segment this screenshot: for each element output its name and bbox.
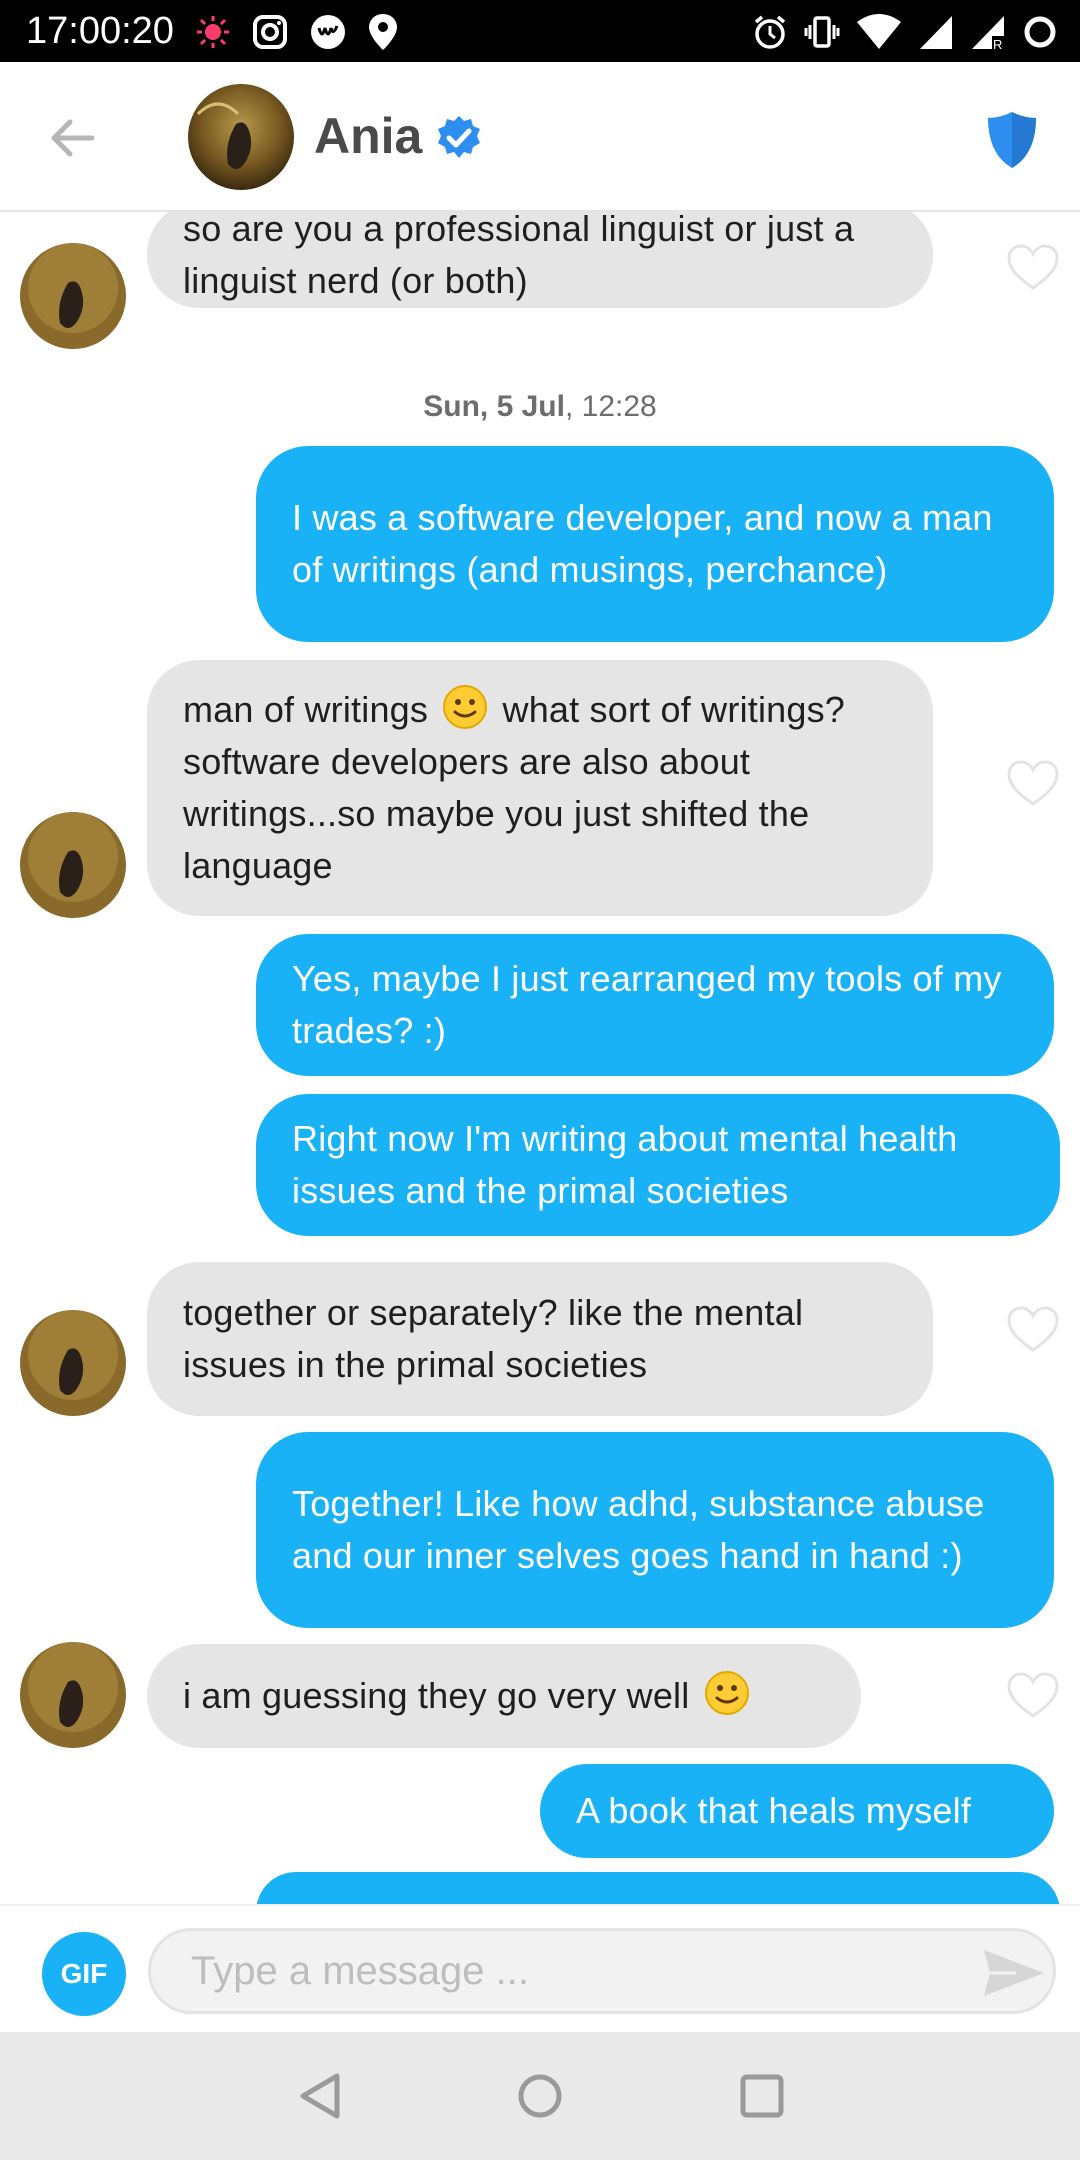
- status-left-icons: [196, 12, 398, 52]
- incoming-message[interactable]: man of writings what sort of writings? s…: [147, 660, 933, 916]
- date-separator: Sun, 5 Jul, 12:28: [0, 390, 1080, 424]
- message-input[interactable]: [148, 1928, 1056, 2014]
- chat-header: Ania: [0, 62, 1080, 212]
- alarm-icon: [752, 14, 788, 50]
- outgoing-message[interactable]: Together! Like how adhd, substance abuse…: [256, 1432, 1054, 1628]
- nav-recents-button[interactable]: [736, 2070, 788, 2122]
- signal-icon: [918, 14, 954, 50]
- message-text-part: i am guessing they go very well: [183, 1675, 690, 1716]
- slight-smile-emoji-icon: [443, 685, 488, 729]
- sender-avatar[interactable]: [20, 243, 126, 349]
- safety-shield-icon[interactable]: [986, 110, 1038, 170]
- system-nav-bar: [0, 2032, 1080, 2160]
- message-text: together or separately? like the mental …: [183, 1292, 804, 1385]
- send-icon[interactable]: [982, 1946, 1046, 2000]
- message-list[interactable]: so are you a professional linguist or ju…: [0, 210, 1080, 1904]
- message-text: I was a software developer, and now a ma…: [292, 497, 993, 590]
- sender-avatar[interactable]: [20, 1642, 126, 1748]
- avatar-photo: [20, 1642, 126, 1748]
- message-text: Together! Like how adhd, substance abuse…: [292, 1483, 985, 1576]
- status-time: 17:00:20: [26, 10, 174, 52]
- outgoing-message[interactable]: A book that heals myself: [540, 1764, 1054, 1858]
- incoming-message[interactable]: so are you a professional linguist or ju…: [147, 210, 933, 308]
- notification-dot-icon: [196, 15, 230, 49]
- verified-badge-icon: [438, 116, 480, 158]
- stamp-day: Sun, 5 Jul: [423, 390, 565, 423]
- square-recents-icon: [740, 2074, 784, 2118]
- vibrate-icon: [804, 14, 840, 50]
- sender-avatar[interactable]: [20, 812, 126, 918]
- location-icon: [368, 13, 398, 51]
- outgoing-message-partial[interactable]: [256, 1872, 1060, 1904]
- status-right-icons: R: [752, 12, 1058, 52]
- message-text: i am guessing they go very well: [183, 1670, 754, 1722]
- slight-smile-emoji-icon: [704, 1671, 749, 1715]
- back-arrow-icon: [51, 119, 95, 157]
- message-text: man of writings what sort of writings? s…: [183, 684, 897, 892]
- avatar-photo: [188, 84, 294, 190]
- outgoing-message[interactable]: Right now I'm writing about mental healt…: [256, 1094, 1060, 1236]
- message-text: A book that heals myself: [576, 1790, 972, 1831]
- svg-text:R: R: [993, 37, 1002, 50]
- like-heart-icon[interactable]: [1007, 1672, 1059, 1720]
- like-heart-icon[interactable]: [1007, 244, 1059, 292]
- outgoing-message[interactable]: Yes, maybe I just rearranged my tools of…: [256, 934, 1054, 1076]
- status-bar: 17:00:20 R: [0, 0, 1080, 62]
- triangle-back-icon: [300, 2073, 340, 2119]
- back-button[interactable]: [44, 110, 100, 166]
- message-composer: GIF: [0, 1904, 1080, 2034]
- match-avatar[interactable]: [188, 84, 294, 190]
- incoming-message[interactable]: i am guessing they go very well: [147, 1644, 861, 1748]
- message-text: Right now I'm writing about mental healt…: [292, 1118, 958, 1211]
- gif-button[interactable]: GIF: [42, 1932, 126, 2016]
- stamp-time: , 12:28: [564, 390, 657, 423]
- message-text: so are you a professional linguist or ju…: [183, 210, 855, 301]
- like-heart-icon[interactable]: [1007, 760, 1059, 808]
- avatar-photo: [20, 812, 126, 918]
- avatar-photo: [20, 243, 126, 349]
- match-name[interactable]: Ania: [314, 104, 422, 168]
- nav-back-button[interactable]: [294, 2070, 346, 2122]
- battery-ring-icon: [1022, 14, 1058, 50]
- nav-home-button[interactable]: [514, 2070, 566, 2122]
- outgoing-message[interactable]: I was a software developer, and now a ma…: [256, 446, 1054, 642]
- circle-home-icon: [518, 2074, 562, 2118]
- like-heart-icon[interactable]: [1007, 1306, 1059, 1354]
- incoming-message[interactable]: together or separately? like the mental …: [147, 1262, 933, 1416]
- signal-roaming-icon: R: [970, 14, 1006, 50]
- message-text-part: man of writings: [183, 689, 429, 730]
- avatar-photo: [20, 1310, 126, 1416]
- app-w-icon: [310, 14, 346, 50]
- wifi-icon: [856, 14, 902, 50]
- instagram-icon: [252, 14, 288, 50]
- sender-avatar[interactable]: [20, 1310, 126, 1416]
- message-text: Yes, maybe I just rearranged my tools of…: [292, 958, 1002, 1051]
